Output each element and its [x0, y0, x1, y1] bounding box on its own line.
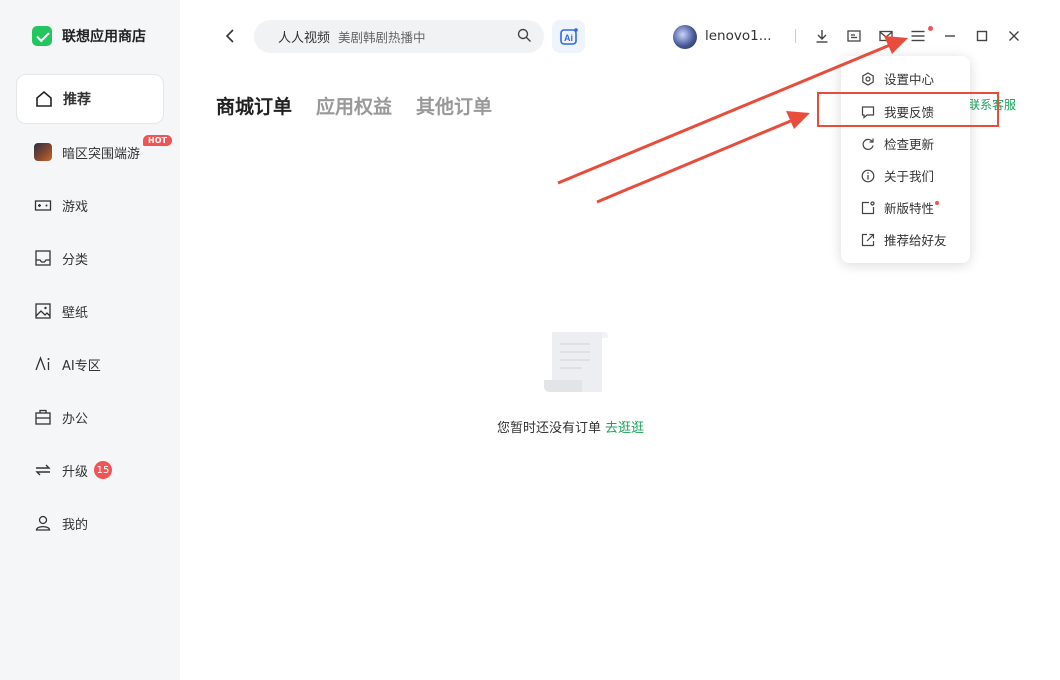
sidebar-item-category[interactable]: 分类: [16, 233, 164, 283]
sidebar-item-games[interactable]: 游戏: [16, 180, 164, 230]
chevron-left-icon: [225, 29, 234, 43]
share-icon: [861, 233, 875, 247]
home-icon: [35, 90, 53, 108]
close-icon: [1009, 31, 1019, 41]
sidebar-item-game-promo[interactable]: 暗区突围端游 HOT: [16, 127, 172, 177]
game-thumbnail: [34, 143, 52, 161]
empty-state-text: 您暂时还没有订单: [497, 421, 602, 436]
menu-item-label: 推荐给好友: [884, 233, 947, 248]
avatar[interactable]: [673, 25, 697, 49]
menu-item-label: 新版特性: [884, 201, 935, 216]
store-logo-icon: [32, 26, 52, 46]
svg-text:Ai: Ai: [564, 33, 573, 43]
sidebar-item-label: 办公: [62, 411, 89, 427]
search-hot-keyword[interactable]: 人人视频: [278, 27, 330, 46]
sidebar-item-label: 升级: [62, 464, 89, 480]
toolbar-divider: [795, 29, 796, 43]
download-icon: [816, 30, 828, 43]
maximize-button[interactable]: [973, 27, 991, 45]
image-icon: [34, 302, 52, 320]
search-bar[interactable]: 人人视频 美剧韩剧热播中: [254, 20, 544, 53]
settings-icon: [861, 71, 875, 86]
tab-other-orders[interactable]: 其他订单: [416, 92, 492, 119]
sidebar-item-recommend[interactable]: 推荐: [16, 74, 164, 124]
sidebar-item-label: 我的: [62, 517, 89, 533]
menu-item-check-update[interactable]: 检查更新: [861, 134, 934, 153]
back-button[interactable]: [220, 26, 240, 46]
sidebar-item-ai[interactable]: AI专区: [16, 339, 164, 389]
hamburger-menu-icon: [911, 30, 925, 42]
menu-item-label: 检查更新: [884, 137, 935, 152]
user-icon: [34, 514, 52, 532]
menu-item-label: 设置中心: [884, 72, 935, 87]
sidebar-item-office[interactable]: 办公: [16, 392, 164, 442]
hot-badge: HOT: [143, 135, 172, 146]
tray-icon: [34, 249, 52, 267]
close-button[interactable]: [1005, 27, 1023, 45]
ai-icon: [34, 355, 52, 373]
menu-notification-dot: [928, 26, 933, 31]
menu-item-about[interactable]: 关于我们: [861, 166, 934, 185]
ai-icon: Ai: [559, 27, 578, 45]
arrow-to-feedback-item: [596, 111, 810, 204]
messages-button[interactable]: [877, 27, 895, 45]
main-menu-button[interactable]: [909, 27, 927, 45]
app-logo: 联想应用商店: [32, 26, 146, 46]
menu-item-share[interactable]: 推荐给好友: [861, 230, 947, 249]
update-count-badge: 15: [94, 461, 113, 479]
sidebar-item-wallpaper[interactable]: 壁纸: [16, 286, 164, 336]
tab-mall-orders[interactable]: 商城订单: [216, 92, 292, 119]
main-dropdown-menu: 设置中心 我要反馈 检查更新 关于我们 新版特性 推荐给好友: [841, 56, 970, 263]
app-title: 联想应用商店: [62, 29, 146, 45]
new-feature-icon: [861, 200, 875, 215]
info-icon: [861, 169, 875, 183]
ai-assistant-button[interactable]: Ai: [552, 20, 585, 53]
briefcase-icon: [34, 408, 52, 426]
sidebar-item-label: 游戏: [62, 199, 89, 215]
feedback-highlight-box: [817, 92, 999, 127]
sidebar-item-label: 分类: [62, 252, 89, 268]
browse-link[interactable]: 去逛逛: [605, 421, 644, 436]
minimize-button[interactable]: [941, 27, 959, 45]
new-feature-dot: [935, 200, 940, 205]
sidebar-item-label: AI专区: [62, 358, 101, 374]
gamepad-icon: [34, 196, 52, 214]
sidebar-item-upgrade[interactable]: 升级 15: [16, 445, 164, 495]
empty-state-message: 您暂时还没有订单 去逛逛: [497, 417, 644, 436]
minimize-icon: [945, 35, 955, 37]
install-manager-button[interactable]: [845, 27, 863, 45]
refresh-icon: [861, 137, 875, 151]
sidebar-item-label: 壁纸: [62, 305, 89, 321]
menu-item-label: 关于我们: [884, 169, 935, 184]
box-icon: [847, 30, 861, 42]
empty-orders-illustration: [542, 330, 608, 394]
sidebar: 联想应用商店 推荐 暗区突围端游 HOT 游戏 分类 壁纸 AI专区 办公 升级…: [0, 0, 180, 680]
order-tabs: 商城订单 应用权益 其他订单: [216, 92, 516, 119]
search-icon[interactable]: [517, 28, 532, 47]
username[interactable]: lenovo1...: [705, 28, 772, 44]
maximize-icon: [976, 30, 988, 42]
sidebar-item-label: 推荐: [63, 92, 91, 108]
tab-app-benefits[interactable]: 应用权益: [316, 92, 392, 119]
menu-item-settings[interactable]: 设置中心: [861, 69, 934, 88]
search-placeholder: 美剧韩剧热播中: [338, 30, 426, 45]
sidebar-item-mine[interactable]: 我的: [16, 498, 164, 548]
sidebar-item-label: 暗区突围端游: [62, 146, 141, 162]
refresh-icon: [34, 461, 52, 479]
menu-item-new-features[interactable]: 新版特性: [861, 198, 940, 217]
download-button[interactable]: [813, 27, 831, 45]
mail-icon: [879, 30, 893, 42]
